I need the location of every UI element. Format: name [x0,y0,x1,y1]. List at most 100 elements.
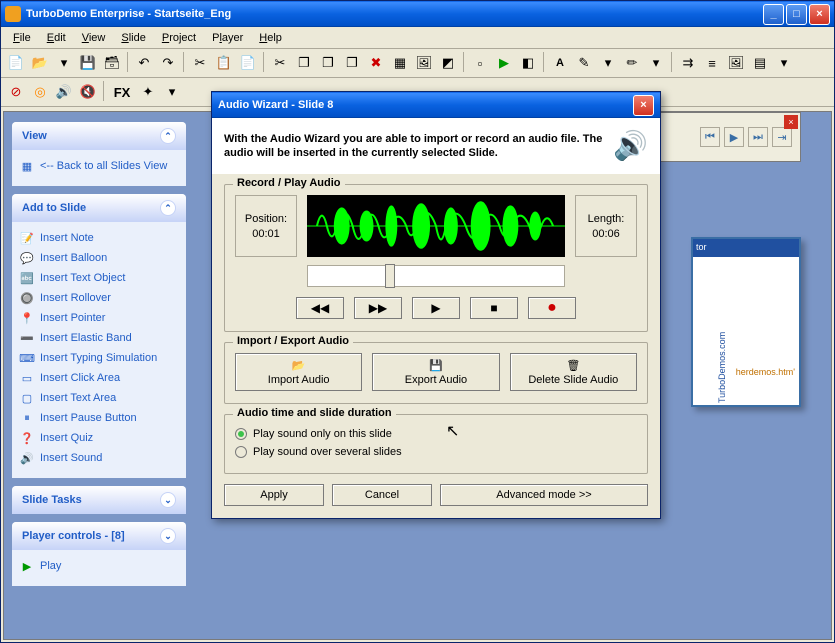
panel-tasks-header[interactable]: Slide Tasks ⌄ [12,486,186,514]
speaker-off-icon[interactable]: 🔇 [77,81,99,103]
import-audio-button[interactable]: 📂 Import Audio [235,353,362,391]
panel-view-header[interactable]: View ⌃ [12,122,186,150]
speaker-icon[interactable]: 🔊 [53,81,75,103]
menu-help[interactable]: Help [251,29,290,47]
add-item-6[interactable]: ⌨Insert Typing Simulation [20,348,178,368]
paste2-icon[interactable]: ❐ [317,52,339,74]
add-item-7[interactable]: ▭Insert Click Area [20,368,178,388]
duplicate-icon[interactable]: ❐ [341,52,363,74]
undo-icon[interactable]: ↶ [133,52,155,74]
menu-player[interactable]: Player [204,29,251,47]
minimize-button[interactable]: _ [763,4,784,25]
collapse-icon[interactable]: ⌃ [160,200,176,216]
cut2-icon[interactable]: ✂ [269,52,291,74]
add-item-3[interactable]: 🔘Insert Rollover [20,288,178,308]
add-item-9[interactable]: ⏸Insert Pause Button [20,408,178,428]
image2-icon[interactable]: 🖼 [725,52,747,74]
menu-project[interactable]: Project [154,29,204,47]
player-play[interactable]: ▶ Play [20,556,178,576]
apply-button[interactable]: Apply [224,484,324,506]
dropdown3-icon[interactable]: ▾ [645,52,667,74]
add-item-0[interactable]: 📝Insert Note [20,228,178,248]
add-item-10[interactable]: ❓Insert Quiz [20,428,178,448]
radio-several-slides[interactable]: Play sound over several slides [235,443,637,461]
dropdown2-icon[interactable]: ▾ [597,52,619,74]
fx-icon[interactable]: FX [109,81,135,103]
panel-player-header[interactable]: Player controls - [8] ⌄ [12,522,186,550]
dropdown-icon[interactable]: ▾ [53,52,75,74]
new-icon[interactable]: 📄 [5,52,27,74]
item-label: Insert Pointer [40,312,105,324]
open-icon[interactable]: 📂 [29,52,51,74]
wand-icon[interactable]: ✦ [137,81,159,103]
menu-slide[interactable]: Slide [113,29,153,47]
pen-icon[interactable]: ✎ [573,52,595,74]
next-icon[interactable]: ⏭ [748,127,768,147]
record-button[interactable]: ● [528,297,576,319]
menu-file[interactable]: File [5,29,39,47]
close-button[interactable]: × [809,4,830,25]
audio-slider[interactable] [307,265,565,287]
play-icon[interactable]: ▶ [724,127,744,147]
expand-icon[interactable]: ⌄ [160,492,176,508]
paste-icon[interactable]: 📄 [237,52,259,74]
item-label: Insert Text Object [40,272,125,284]
delete-audio-button[interactable]: 🗑 Delete Slide Audio [510,353,637,391]
expand-icon[interactable]: ⌄ [160,528,176,544]
slide-thumbnail[interactable]: tor herdemos.htm' TurboDemos.com [691,237,801,407]
redo-icon[interactable]: ↷ [157,52,179,74]
menubar: File Edit View Slide Project Player Help [1,27,834,49]
back-to-slides[interactable]: ▦ <-- Back to all Slides View [20,156,178,176]
text-icon[interactable]: A [549,52,571,74]
forward-button[interactable]: ▶▶ [354,297,402,319]
slide-opt-icon[interactable]: ◧ [517,52,539,74]
add-item-11[interactable]: 🔊Insert Sound [20,448,178,468]
fx-down-icon[interactable]: ▾ [161,81,183,103]
menu-view[interactable]: View [74,29,114,47]
prev-icon[interactable]: ⏮ [700,127,720,147]
grid-icon[interactable]: ▦ [389,52,411,74]
advanced-button[interactable]: Advanced mode >> [440,484,648,506]
save-icon[interactable]: 💾 [77,52,99,74]
maximize-button[interactable]: □ [786,4,807,25]
radio-on-icon [235,428,247,440]
delete-icon[interactable]: ✖ [365,52,387,74]
slide-go-icon[interactable]: ▶ [493,52,515,74]
pen2-icon[interactable]: ✏ [621,52,643,74]
down-icon[interactable]: ▾ [773,52,795,74]
menu-edit[interactable]: Edit [39,29,74,47]
thumb-link-text: herdemos.htm' [736,367,795,377]
no-entry-icon[interactable]: ⊘ [5,81,27,103]
close-icon[interactable]: × [784,115,798,129]
dialog-close-button[interactable]: × [633,95,654,116]
target-icon[interactable]: ◎ [29,81,51,103]
panel-add-header[interactable]: Add to Slide ⌃ [12,194,186,222]
delete-label: Delete Slide Audio [528,374,618,386]
cut-icon[interactable]: ✂ [189,52,211,74]
play-button[interactable]: ▶ [412,297,460,319]
export-audio-button[interactable]: 💾 Export Audio [372,353,499,391]
copy2-icon[interactable]: ❐ [293,52,315,74]
list-icon[interactable]: ≡ [701,52,723,74]
item-icon: 💬 [20,251,34,265]
save-all-icon[interactable]: 🗃 [101,52,123,74]
add-item-4[interactable]: 📍Insert Pointer [20,308,178,328]
slider-thumb[interactable] [385,264,395,288]
image-icon[interactable]: 🖼 [413,52,435,74]
end-icon[interactable]: ⇥ [772,127,792,147]
dialog-info: With the Audio Wizard you are able to im… [212,118,660,174]
transition-icon[interactable]: ⇉ [677,52,699,74]
crop-icon[interactable]: ◩ [437,52,459,74]
list2-icon[interactable]: ▤ [749,52,771,74]
radio-this-slide[interactable]: Play sound only on this slide [235,425,637,443]
add-item-5[interactable]: ➖Insert Elastic Band [20,328,178,348]
stop-button[interactable]: ■ [470,297,518,319]
rewind-button[interactable]: ◀◀ [296,297,344,319]
add-item-1[interactable]: 💬Insert Balloon [20,248,178,268]
cancel-button[interactable]: Cancel [332,484,432,506]
copy-icon[interactable]: 📋 [213,52,235,74]
add-item-2[interactable]: 🔤Insert Text Object [20,268,178,288]
collapse-icon[interactable]: ⌃ [160,128,176,144]
slide-new-icon[interactable]: ▫ [469,52,491,74]
add-item-8[interactable]: ▢Insert Text Area [20,388,178,408]
